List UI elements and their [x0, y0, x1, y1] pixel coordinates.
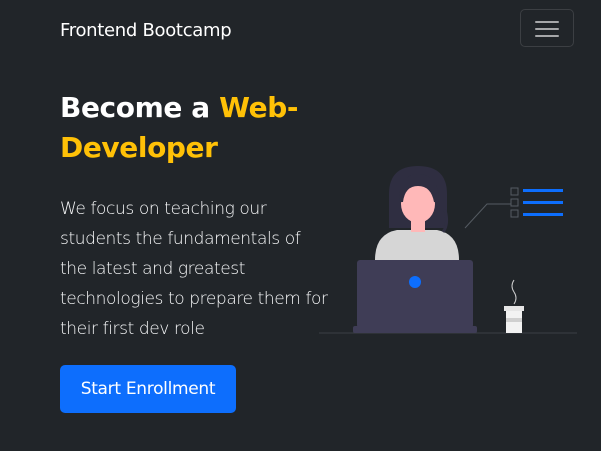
person-figure [375, 166, 459, 260]
coffee-cup-icon [504, 279, 524, 333]
laptop [353, 260, 477, 333]
hero-description: We focus on teaching our students the fu… [60, 199, 328, 339]
navbar: Frontend Bootcamp [0, 0, 601, 62]
navbar-brand[interactable]: Frontend Bootcamp [60, 18, 232, 44]
navbar-toggler-button[interactable] [520, 9, 574, 47]
start-enrollment-button[interactable]: Start Enrollment [60, 365, 236, 413]
developer-at-laptop-illustration [319, 166, 577, 334]
hero-title: Become a Web-Developer [60, 88, 360, 168]
checklist-icon [464, 187, 563, 229]
hero-title-text: Become a [60, 91, 220, 124]
